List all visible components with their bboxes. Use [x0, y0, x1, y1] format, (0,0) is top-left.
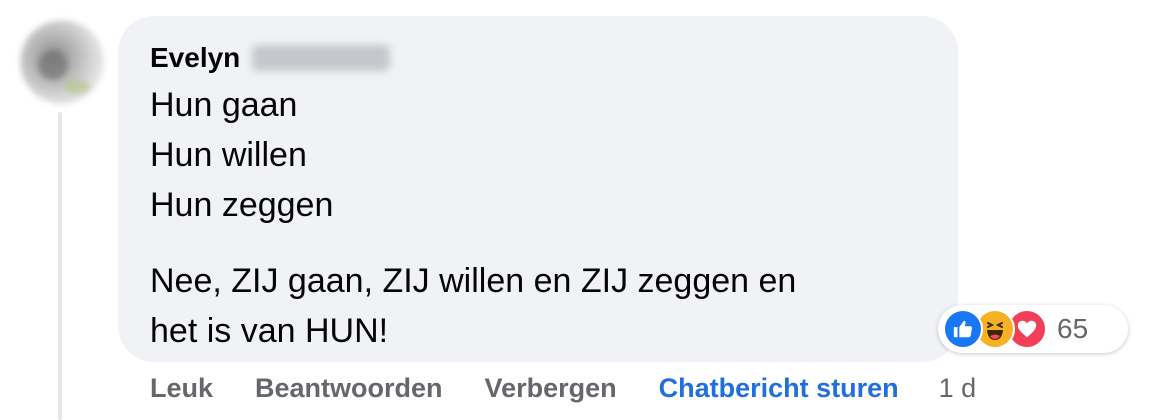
avatar[interactable] — [20, 20, 104, 104]
avatar-blur-shape — [38, 50, 68, 80]
comment-text-block-2: Nee, ZIJ gaan, ZIJ willen en ZIJ zeggen … — [150, 256, 926, 356]
reply-button[interactable]: Beantwoorden — [255, 373, 443, 404]
comment-line: Hun zeggen — [150, 186, 334, 224]
reaction-count: 65 — [1057, 313, 1089, 344]
comment-line: Nee, ZIJ gaan, ZIJ willen en ZIJ zeggen … — [150, 262, 797, 300]
author-name[interactable]: Evelyn — [150, 42, 240, 74]
send-message-button[interactable]: Chatbericht sturen — [659, 373, 899, 404]
hide-button[interactable]: Verbergen — [485, 373, 617, 404]
comment-bubble: Evelyn Hun gaan Hun willen Hun zeggen Ne… — [118, 16, 958, 362]
comment-line: Hun willen — [150, 136, 307, 174]
avatar-blur-shape-2 — [64, 80, 90, 94]
author-surname-redacted — [252, 45, 391, 71]
comment-text-block-1: Hun gaan Hun willen Hun zeggen — [150, 80, 926, 230]
comment-line: Hun gaan — [150, 86, 298, 124]
author-row: Evelyn — [150, 40, 926, 76]
comment-actions: Leuk Beantwoorden Verbergen Chatbericht … — [150, 370, 976, 406]
like-icon — [943, 309, 983, 349]
thread-line — [58, 112, 62, 420]
like-button[interactable]: Leuk — [150, 373, 213, 404]
reactions-summary[interactable]: 65 — [938, 305, 1128, 353]
timestamp[interactable]: 1 d — [939, 373, 977, 404]
comment-line: het is van HUN! — [150, 312, 389, 350]
